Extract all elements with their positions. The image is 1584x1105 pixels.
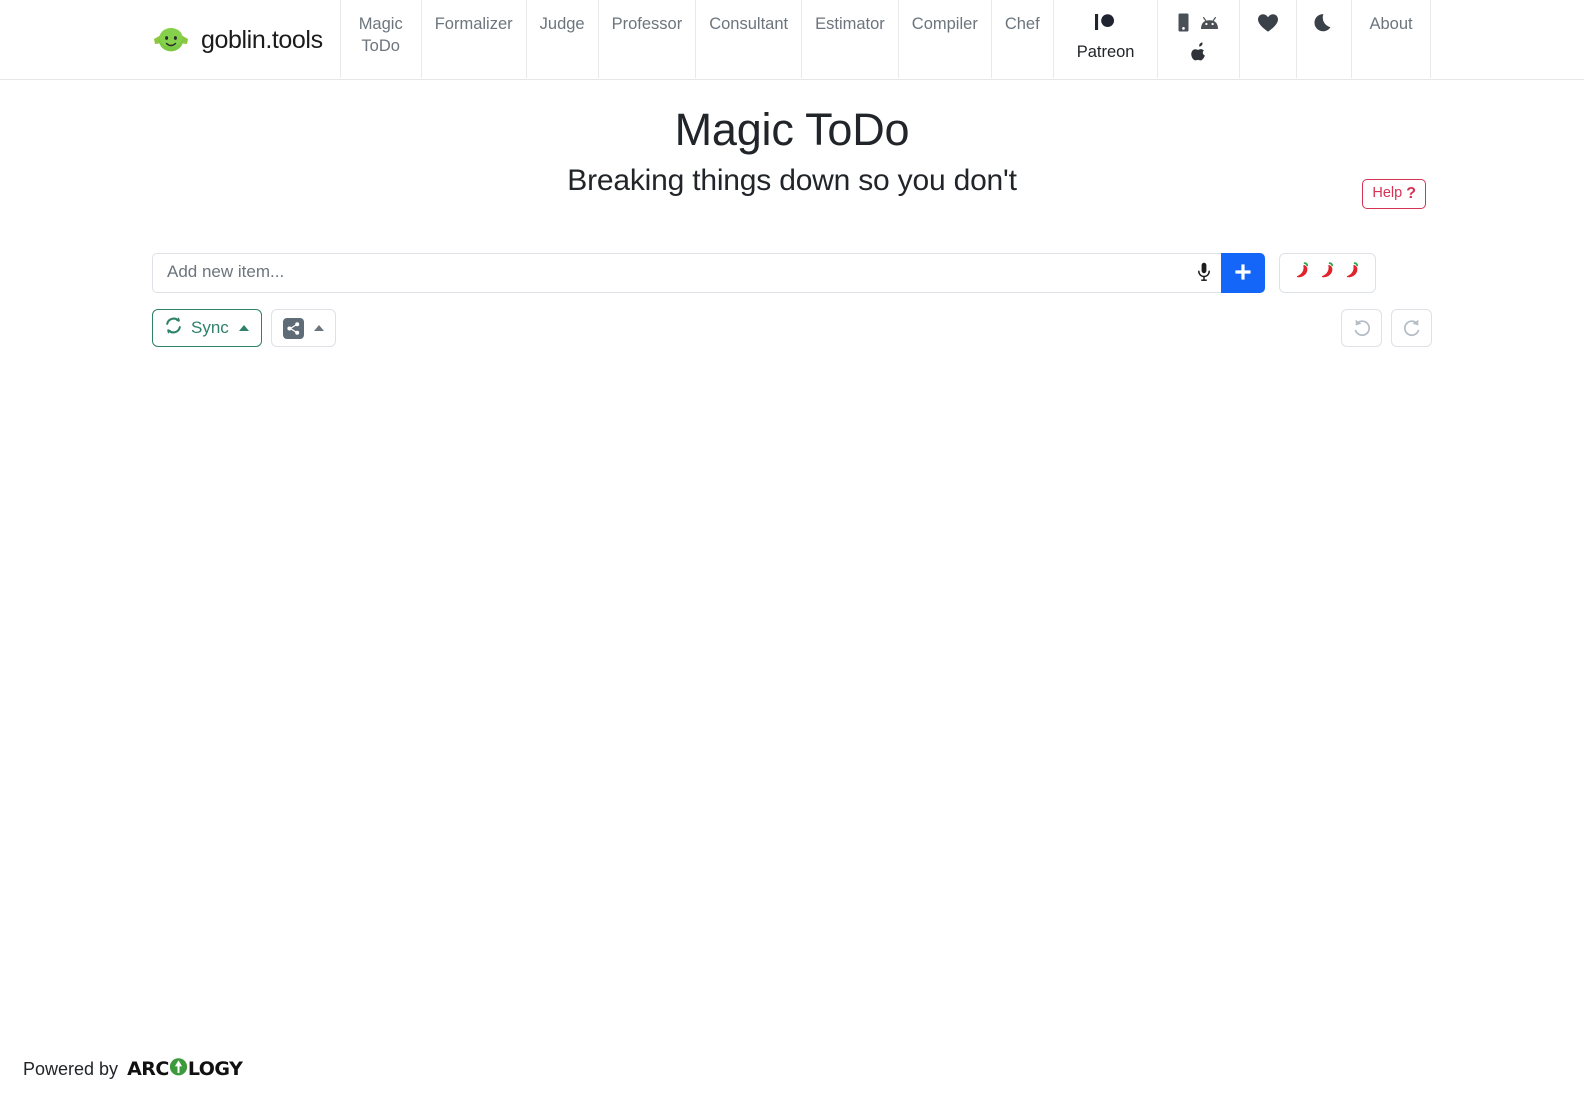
nav-label-line1: Magic xyxy=(358,15,403,33)
nav-label: Formalizer xyxy=(434,15,513,33)
nav-item-theme-toggle[interactable] xyxy=(1296,0,1353,78)
arcology-logo[interactable]: ARC LOGY xyxy=(127,1057,243,1081)
chili-pepper-icon[interactable] xyxy=(1293,261,1312,285)
brand-name: goblin.tools xyxy=(201,25,323,54)
chili-pepper-icon[interactable] xyxy=(1343,261,1362,285)
add-item-button[interactable] xyxy=(1221,253,1265,293)
nav-item-judge[interactable]: Judge xyxy=(525,0,599,78)
redo-arrow-icon xyxy=(1402,317,1422,340)
nav-label: Consultant xyxy=(709,15,789,33)
page-body: Magic ToDo Breaking things down so you d… xyxy=(0,80,1584,348)
arcology-text-part1: ARC xyxy=(127,1058,169,1080)
nav-label: Compiler xyxy=(911,15,978,33)
arcology-globe-icon xyxy=(169,1057,188,1081)
arcology-text-part2: LOGY xyxy=(187,1058,243,1080)
patreon-label: Patreon xyxy=(1076,42,1135,61)
page-subtitle: Breaking things down so you don't xyxy=(567,164,1017,197)
caret-up-icon xyxy=(238,325,249,331)
heart-icon xyxy=(1257,13,1279,39)
microphone-button[interactable] xyxy=(1187,253,1221,293)
powered-by-label: Powered by xyxy=(23,1058,119,1079)
main-content: Sync xyxy=(152,253,1432,348)
apple-icon-row xyxy=(1191,42,1207,67)
mobile-phone-icon[interactable] xyxy=(1178,13,1189,38)
brand-home-link[interactable]: goblin.tools xyxy=(152,0,323,80)
nav-item-magic-todo[interactable]: Magic ToDo xyxy=(339,0,422,78)
composer-input-group xyxy=(152,253,1265,293)
nav-label: Professor xyxy=(611,15,683,33)
nav-item-estimator[interactable]: Estimator xyxy=(801,0,899,78)
spiciness-selector[interactable] xyxy=(1279,253,1376,293)
new-item-input[interactable] xyxy=(152,253,1187,293)
footer: Powered by ARC LOGY xyxy=(23,1057,243,1081)
history-controls xyxy=(1341,309,1432,347)
microphone-icon xyxy=(1197,262,1211,285)
undo-arrow-icon xyxy=(1352,317,1372,340)
help-label: Help xyxy=(1372,184,1403,201)
toolbar-row: Sync xyxy=(152,308,1432,348)
nav-item-professor[interactable]: Professor xyxy=(597,0,697,78)
sync-button[interactable]: Sync xyxy=(152,309,262,347)
refresh-sync-icon xyxy=(164,316,183,340)
plus-icon xyxy=(1234,263,1252,284)
nav-item-platforms[interactable] xyxy=(1157,0,1241,78)
nav-label-line2: ToDo xyxy=(361,37,400,56)
nav-item-list: Magic ToDo Formalizer Judge Professor Co… xyxy=(339,0,1431,78)
android-icon[interactable] xyxy=(1200,15,1219,36)
moon-icon xyxy=(1314,13,1334,40)
goblin-face-icon xyxy=(152,23,190,57)
nav-item-consultant[interactable]: Consultant xyxy=(695,0,803,78)
composer-row xyxy=(152,253,1432,293)
share-button[interactable] xyxy=(270,309,336,347)
caret-up-icon xyxy=(313,325,324,331)
sync-label: Sync xyxy=(191,318,229,337)
nav-item-compiler[interactable]: Compiler xyxy=(897,0,992,78)
undo-button[interactable] xyxy=(1341,309,1382,347)
nav-label: Estimator xyxy=(815,15,885,33)
share-nodes-icon xyxy=(282,317,304,339)
nav-item-patreon[interactable]: Patreon xyxy=(1052,0,1159,78)
redo-button[interactable] xyxy=(1391,309,1432,347)
help-button[interactable]: Help ? xyxy=(1362,179,1426,210)
nav-label: Chef xyxy=(1004,15,1040,33)
page-title: Magic ToDo xyxy=(674,104,910,155)
nav-item-chef[interactable]: Chef xyxy=(990,0,1054,78)
top-navbar: goblin.tools Magic ToDo Formalizer Judge… xyxy=(0,0,1584,80)
nav-label: Judge xyxy=(539,15,585,33)
nav-item-formalizer[interactable]: Formalizer xyxy=(420,0,527,78)
patreon-icon xyxy=(1093,13,1119,37)
question-mark-icon: ? xyxy=(1406,185,1416,202)
nav-item-favorites[interactable] xyxy=(1239,0,1298,78)
nav-label: About xyxy=(1369,15,1413,33)
platform-icons-row xyxy=(1178,13,1219,38)
apple-icon[interactable] xyxy=(1191,42,1207,67)
chili-pepper-icon[interactable] xyxy=(1318,261,1337,285)
nav-item-about[interactable]: About xyxy=(1351,0,1431,78)
